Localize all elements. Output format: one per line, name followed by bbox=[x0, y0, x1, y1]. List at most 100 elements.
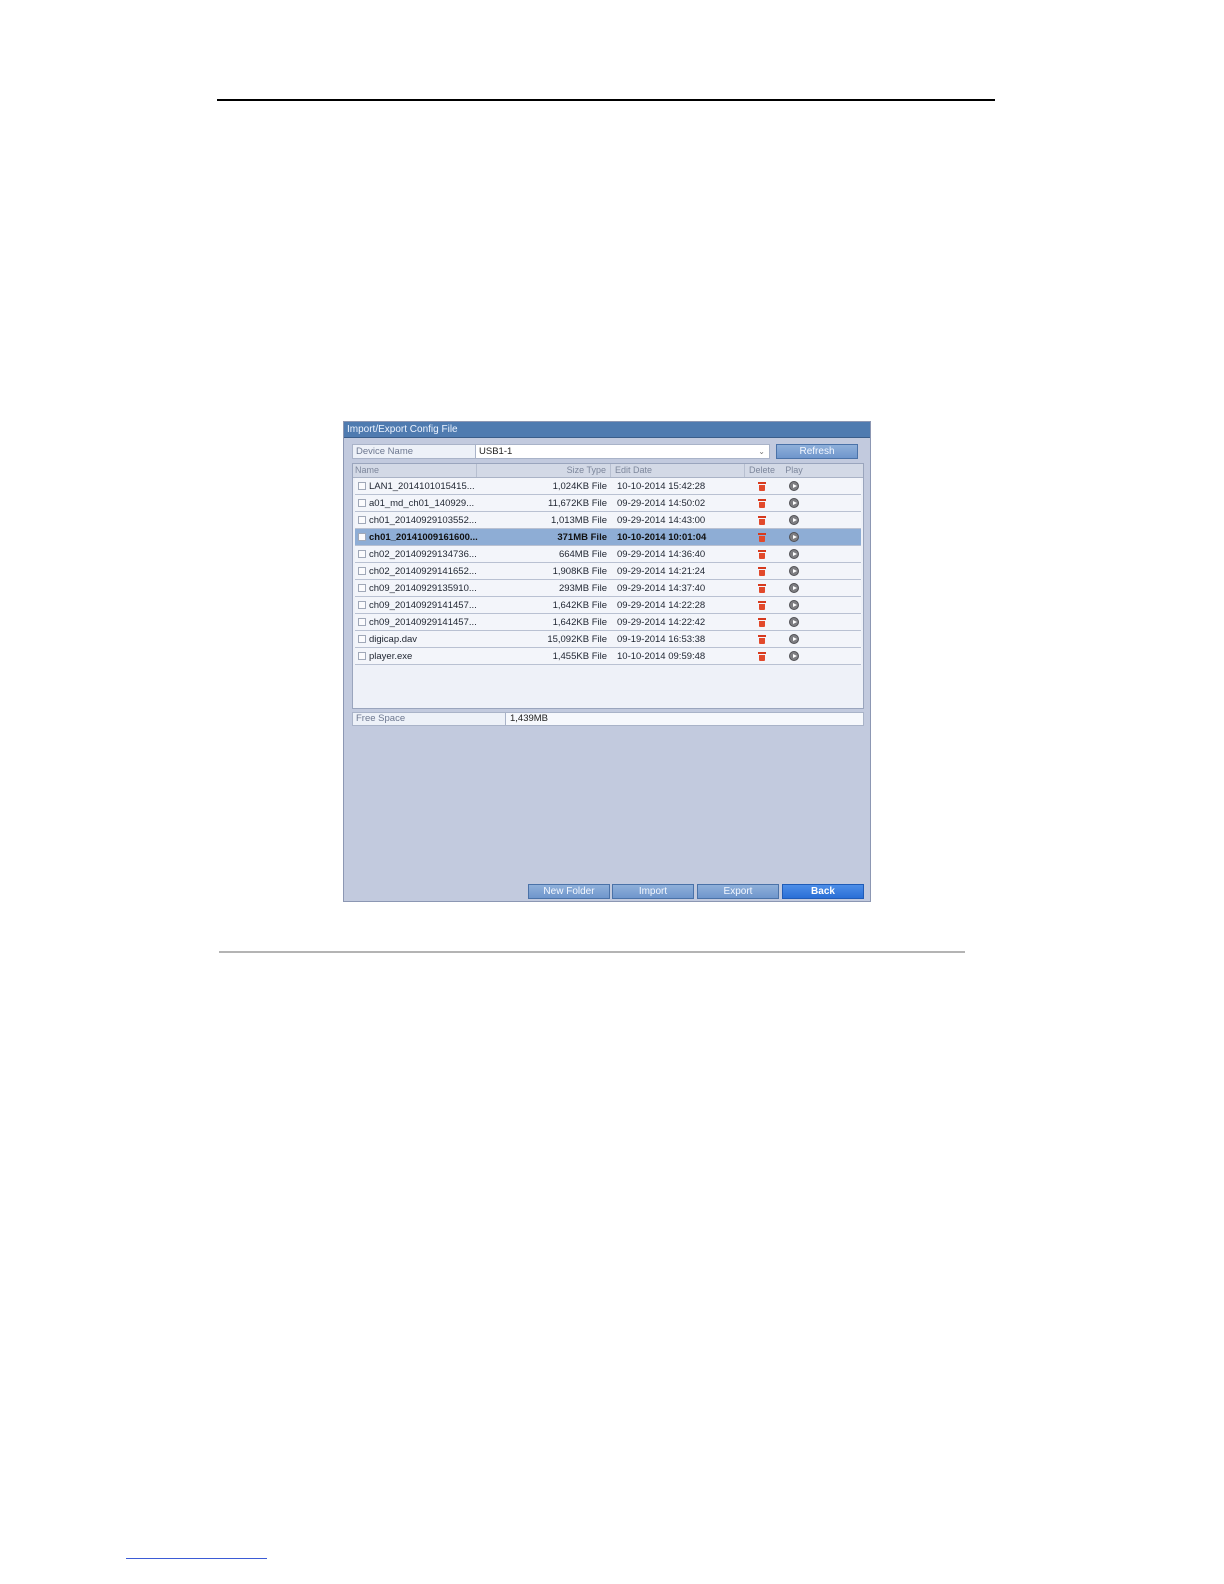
play-icon bbox=[789, 498, 799, 508]
play-button[interactable] bbox=[779, 481, 809, 491]
play-button[interactable] bbox=[779, 651, 809, 661]
delete-button[interactable] bbox=[745, 600, 779, 610]
file-edit-date: 09-29-2014 14:22:28 bbox=[617, 599, 706, 611]
play-button[interactable] bbox=[779, 532, 809, 542]
footer-link-underline bbox=[126, 1558, 267, 1559]
delete-button[interactable] bbox=[745, 583, 779, 593]
trash-icon bbox=[758, 600, 766, 610]
play-button[interactable] bbox=[779, 498, 809, 508]
file-edit-date: 09-29-2014 14:21:24 bbox=[617, 565, 706, 577]
file-edit-date: 10-10-2014 09:59:48 bbox=[617, 650, 706, 662]
file-icon bbox=[355, 601, 369, 609]
table-row[interactable]: ch02_20140929141652... 1,908KB File 09-29-… bbox=[355, 563, 861, 580]
file-name: player.exe bbox=[369, 650, 413, 662]
file-type: File bbox=[591, 599, 607, 611]
file-icon bbox=[355, 584, 369, 592]
file-icon bbox=[355, 516, 369, 524]
table-row[interactable]: ch02_20140929134736... 664MB File 09-29-20… bbox=[355, 546, 861, 563]
new-folder-button[interactable]: New Folder bbox=[528, 884, 610, 899]
file-name: ch09_20140929135910... bbox=[369, 582, 477, 594]
table-row[interactable]: ch09_20140929141457... 1,642KB File 09-29-… bbox=[355, 597, 861, 614]
export-button[interactable]: Export bbox=[697, 884, 779, 899]
play-icon bbox=[789, 634, 799, 644]
device-name-label: Device Name bbox=[352, 444, 476, 459]
column-edit-date[interactable]: Edit Date bbox=[611, 464, 745, 477]
file-type: File bbox=[591, 548, 607, 560]
dialog-title: Import/Export Config File bbox=[344, 422, 870, 438]
file-size: 664MB bbox=[558, 548, 590, 560]
delete-button[interactable] bbox=[745, 617, 779, 627]
file-icon bbox=[355, 652, 369, 660]
play-icon bbox=[789, 617, 799, 627]
file-edit-date: 10-10-2014 15:42:28 bbox=[617, 480, 706, 492]
file-size-type: 371MB File bbox=[481, 532, 611, 543]
play-icon bbox=[789, 566, 799, 576]
table-row[interactable]: digicap.dav 15,092KB File 09-19-2014 16:53… bbox=[355, 631, 861, 648]
file-edit-date: 09-29-2014 14:50:02 bbox=[617, 497, 706, 509]
file-size: 293MB bbox=[558, 582, 590, 594]
file-edit-date: 09-29-2014 14:43:00 bbox=[617, 514, 706, 526]
file-size: 371MB bbox=[557, 531, 588, 543]
table-row[interactable]: player.exe 1,455KB File 10-10-2014 09:59:4… bbox=[355, 648, 861, 665]
refresh-button[interactable]: Refresh bbox=[776, 444, 858, 459]
play-icon bbox=[789, 583, 799, 593]
file-type: File bbox=[591, 633, 607, 645]
trash-icon bbox=[758, 549, 766, 559]
play-button[interactable] bbox=[779, 583, 809, 593]
file-icon bbox=[355, 482, 369, 490]
play-button[interactable] bbox=[779, 617, 809, 627]
file-edit-date: 09-29-2014 14:37:40 bbox=[617, 582, 706, 594]
back-button[interactable]: Back bbox=[782, 884, 864, 899]
table-row[interactable]: ch09_20140929135910... 293MB File 09-29-20… bbox=[355, 580, 861, 597]
file-icon bbox=[355, 618, 369, 626]
delete-button[interactable] bbox=[745, 651, 779, 661]
trash-icon bbox=[758, 515, 766, 525]
table-row[interactable]: ch01_20141009161600... 371MB File 10-10-20… bbox=[355, 529, 861, 546]
column-play: Play bbox=[785, 465, 803, 475]
file-name: ch09_20140929141457... bbox=[369, 616, 477, 628]
play-button[interactable] bbox=[779, 600, 809, 610]
file-size: 15,092KB bbox=[547, 633, 590, 645]
play-button[interactable] bbox=[779, 549, 809, 559]
play-button[interactable] bbox=[779, 515, 809, 525]
file-size-type: 1,455KB File bbox=[481, 651, 611, 662]
column-name[interactable]: Name bbox=[353, 464, 477, 477]
file-type: File bbox=[591, 497, 607, 509]
play-icon bbox=[789, 651, 799, 661]
device-name-row: Device Name USB1-1 ⌄ bbox=[352, 444, 770, 459]
file-icon bbox=[355, 567, 369, 575]
file-size-type: 1,642KB File bbox=[481, 600, 611, 611]
file-name: ch01_20141009161600... bbox=[369, 531, 478, 543]
delete-button[interactable] bbox=[745, 532, 779, 542]
play-icon bbox=[789, 600, 799, 610]
file-type: File bbox=[591, 514, 607, 526]
bottom-divider bbox=[219, 951, 965, 953]
trash-icon bbox=[758, 651, 766, 661]
delete-button[interactable] bbox=[745, 481, 779, 491]
file-name: ch02_20140929141652... bbox=[369, 565, 477, 577]
play-button[interactable] bbox=[779, 634, 809, 644]
play-button[interactable] bbox=[779, 566, 809, 576]
chevron-down-icon: ⌄ bbox=[758, 447, 765, 456]
table-row[interactable]: a01_md_ch01_140929... 11,672KB File 09-29-… bbox=[355, 495, 861, 512]
file-icon bbox=[355, 533, 369, 541]
delete-button[interactable] bbox=[745, 549, 779, 559]
delete-button[interactable] bbox=[745, 498, 779, 508]
import-button[interactable]: Import bbox=[612, 884, 694, 899]
column-size-type[interactable]: Size Type bbox=[477, 464, 611, 477]
table-row[interactable]: LAN1_2014101015415... 1,024KB File 10-10-2… bbox=[355, 478, 861, 495]
delete-button[interactable] bbox=[745, 634, 779, 644]
delete-button[interactable] bbox=[745, 566, 779, 576]
device-name-select[interactable]: USB1-1 ⌄ bbox=[476, 444, 770, 459]
file-size-type: 1,908KB File bbox=[481, 566, 611, 577]
file-size: 1,013MB bbox=[551, 514, 590, 526]
file-type: File bbox=[590, 531, 607, 543]
table-row[interactable]: ch09_20140929141457... 1,642KB File 09-29-… bbox=[355, 614, 861, 631]
delete-button[interactable] bbox=[745, 515, 779, 525]
table-row[interactable]: ch01_20140929103552... 1,013MB File 09-29-… bbox=[355, 512, 861, 529]
file-size: 1,908KB bbox=[552, 565, 590, 577]
file-icon bbox=[355, 550, 369, 558]
file-edit-date: 09-19-2014 16:53:38 bbox=[617, 633, 706, 645]
file-size: 1,642KB bbox=[552, 616, 590, 628]
file-size: 1,024KB bbox=[552, 480, 590, 492]
